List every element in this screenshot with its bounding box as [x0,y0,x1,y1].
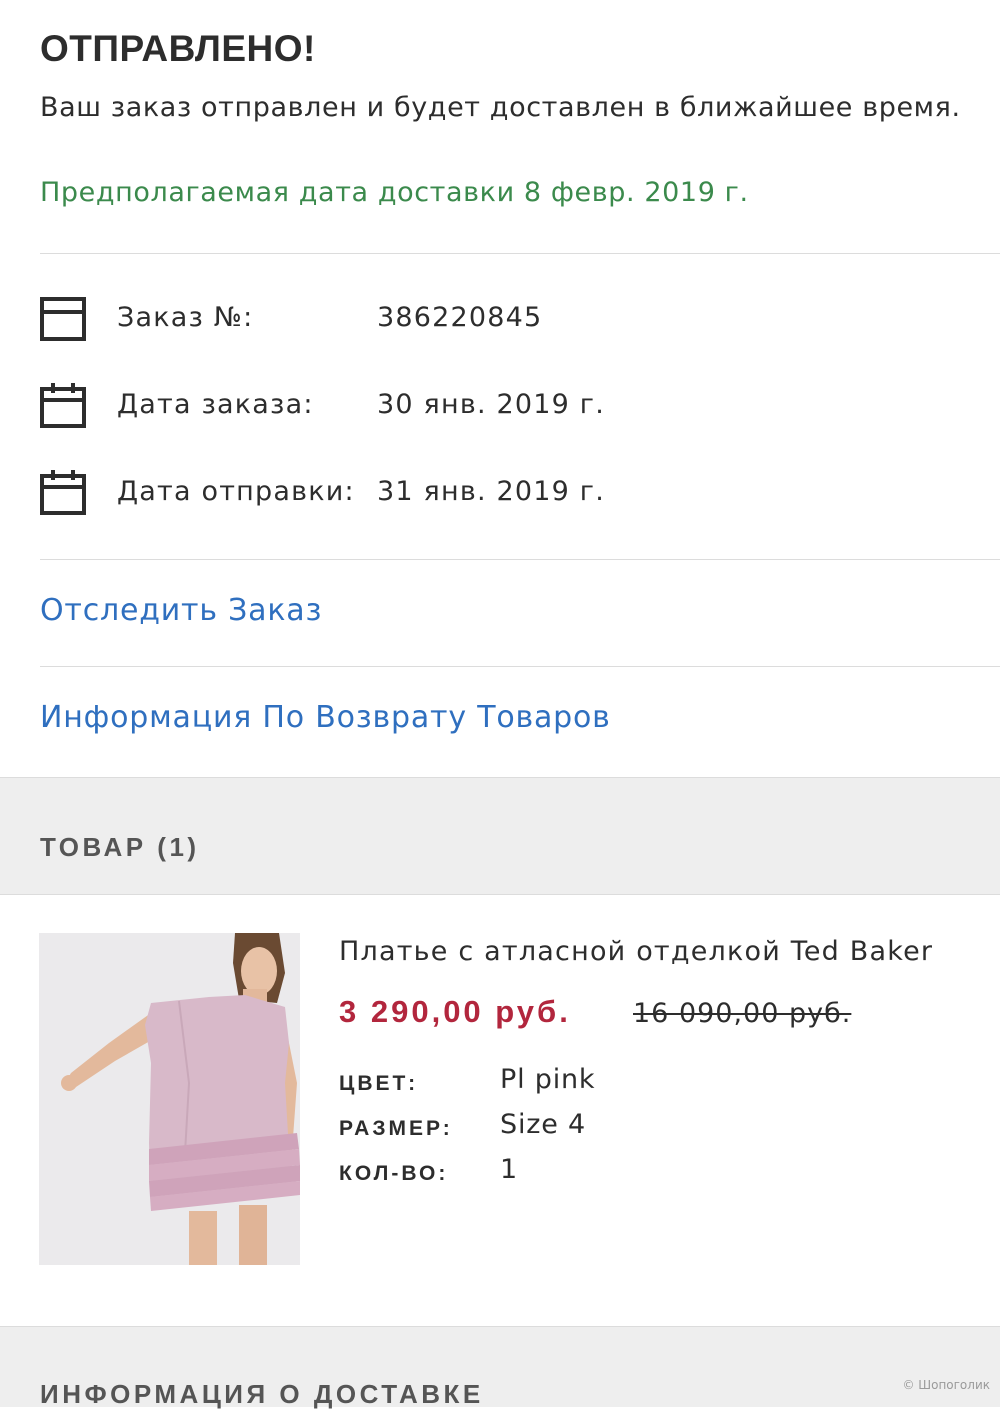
divider [40,253,1000,254]
returns-info-link[interactable]: Информация По Возврату Товаров [40,700,611,735]
items-section-header: ТОВАР (1) [0,777,1000,895]
order-date-label: Дата заказа: [117,389,314,420]
order-number-label: Заказ №: [117,302,254,333]
size-label: РАЗМЕР: [339,1117,453,1140]
order-date-row: Дата заказа: 30 янв. 2019 г. [40,383,940,433]
watermark: © Шопоголик [902,1378,990,1392]
divider [40,666,1000,667]
status-title: ОТПРАВЛЕНО! [40,28,316,69]
divider [40,559,1000,560]
box-icon [40,297,86,341]
price-old: 16 090,00 руб. [633,998,852,1029]
delivery-section-header: ИНФОРМАЦИЯ О ДОСТАВКЕ [0,1326,1000,1409]
product-image[interactable] [39,933,300,1265]
items-section-title: ТОВАР (1) [40,832,200,862]
order-confirmation-page: ОТПРАВЛЕНО! Ваш заказ отправлен и будет … [0,0,1000,1409]
product-name[interactable]: Платье с атласной отделкой Ted Baker [339,936,933,967]
price-current: 3 290,00 руб. [339,994,571,1029]
dress-photo [39,933,300,1265]
order-date-value: 30 янв. 2019 г. [377,389,605,420]
quantity-value: 1 [500,1154,518,1185]
delivery-estimate: Предполагаемая дата доставки 8 февр. 201… [40,177,749,208]
status-message: Ваш заказ отправлен и будет доставлен в … [40,92,961,123]
ship-date-value: 31 янв. 2019 г. [377,476,605,507]
size-value: Size 4 [500,1109,586,1140]
calendar-icon [40,383,86,428]
ship-date-row: Дата отправки: 31 янв. 2019 г. [40,470,940,520]
order-number-row: Заказ №: 386220845 [40,296,940,346]
track-order-link[interactable]: Отследить Заказ [40,593,322,628]
calendar-icon [40,470,86,515]
ship-date-label: Дата отправки: [117,476,355,507]
color-label: ЦВЕТ: [339,1072,419,1095]
delivery-section-title: ИНФОРМАЦИЯ О ДОСТАВКЕ [40,1379,484,1409]
color-value: Pl pink [500,1064,596,1095]
quantity-label: КОЛ-ВО: [339,1162,449,1185]
order-number-value: 386220845 [377,302,543,333]
